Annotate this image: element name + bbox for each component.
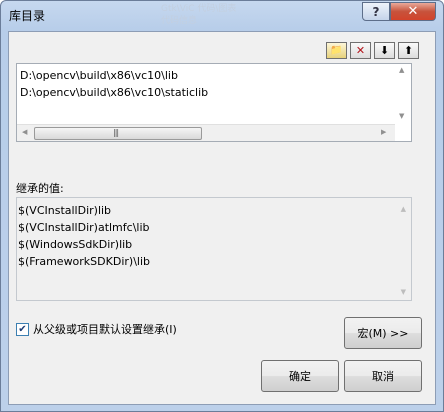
scroll-thumb[interactable]: ||| [34,127,202,140]
scroll-right-icon[interactable]: ▶ [381,128,386,136]
inherit-checkbox-row[interactable]: ✔ 从父级或项目默认设置继承(I) [16,321,177,337]
list-item[interactable]: D:\opencv\build\x86\vc10\lib [20,69,178,82]
scroll-up-icon[interactable]: ▲ [401,205,406,213]
close-icon: ✕ [407,4,419,19]
new-line-button[interactable]: 📁 [326,42,347,59]
title-bar[interactable]: 库目录 Gtk\ViC 代码\图表 代码信息 ? ✕ [1,1,443,31]
scroll-down-icon[interactable]: ▼ [401,288,406,296]
close-button[interactable]: ✕ [390,2,436,21]
new-line-icon: 📁 [330,44,343,56]
list-item: $(WindowsSdkDir)lib [18,238,133,251]
move-down-button[interactable]: ⬇ [374,42,395,59]
background-window-text: Gtk\ViC 代码\图表 代码信息 [161,4,237,26]
move-down-icon: ⬇ [379,44,390,57]
delete-icon: ✕ [355,44,366,57]
inherited-values-label: 继承的值: [16,182,64,195]
scroll-left-icon[interactable]: ◀ [22,128,27,136]
inherit-checkbox-label[interactable]: 从父级或项目默认设置继承(I) [33,321,177,337]
library-directories-dialog: 库目录 Gtk\ViC 代码\图表 代码信息 ? ✕ 📁 ✕ ⬇ ⬆ D:\op… [0,0,444,412]
window-title: 库目录 [9,9,46,23]
dialog-body: 📁 ✕ ⬇ ⬆ D:\opencv\build\x86\vc10\lib D:\… [8,31,436,405]
scroll-down-icon[interactable]: ▼ [399,112,404,120]
cancel-button[interactable]: 取消 [344,360,422,392]
delete-button[interactable]: ✕ [350,42,371,59]
grip-icon: ||| [113,128,119,137]
horizontal-scrollbar[interactable]: ◀ ||| ▶ [17,124,395,141]
list-item: $(VCInstallDir)lib [18,204,112,217]
scroll-up-icon[interactable]: ▲ [399,66,404,74]
checkmark-icon: ✔ [18,323,27,335]
directory-list[interactable]: D:\opencv\build\x86\vc10\lib D:\opencv\b… [16,63,412,142]
move-up-button[interactable]: ⬆ [398,42,419,59]
macros-button[interactable]: 宏(M) >> [344,317,422,349]
inherit-checkbox[interactable]: ✔ [16,322,29,336]
inherited-values-list: $(VCInstallDir)lib $(VCInstallDir)atlmfc… [16,197,412,301]
list-item: $(VCInstallDir)atlmfc\lib [18,221,150,234]
move-up-icon: ⬆ [403,44,414,57]
help-button[interactable]: ? [362,2,390,21]
list-item[interactable]: D:\opencv\build\x86\vc10\staticlib [20,86,208,99]
help-icon: ? [372,4,380,19]
vertical-scrollbar[interactable]: ▲ ▼ [394,64,411,124]
ok-button[interactable]: 确定 [261,360,339,392]
list-item: $(FrameworkSDKDir)\lib [18,255,150,268]
